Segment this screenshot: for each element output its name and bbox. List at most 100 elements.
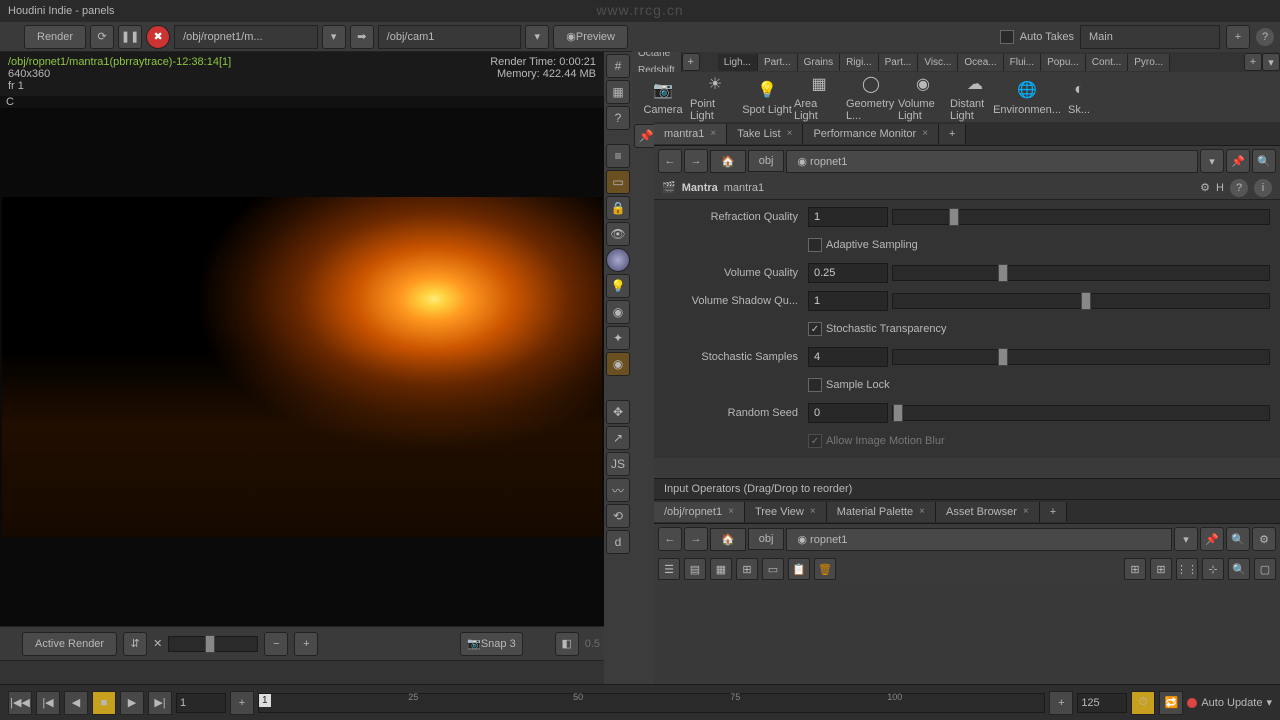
playhead[interactable]: 1: [259, 694, 271, 707]
shelf-item[interactable]: ◉Volume Light: [898, 72, 948, 122]
layout-grid-icon[interactable]: ▦: [710, 558, 732, 580]
gear-icon[interactable]: ⚙: [1200, 181, 1210, 194]
auto-takes-check[interactable]: [1000, 30, 1014, 44]
snap-icon[interactable]: ⊹: [1202, 558, 1224, 580]
loop-button[interactable]: 🔁: [1159, 691, 1183, 715]
net-find-icon[interactable]: 🔍: [1226, 527, 1250, 551]
shelf-tab[interactable]: Ligh...: [718, 54, 758, 71]
shelf-tab[interactable]: Visc...: [918, 54, 958, 71]
tool-d-icon[interactable]: d: [606, 530, 630, 554]
stochastic-samples-input[interactable]: [808, 347, 888, 367]
layout-list-icon[interactable]: ☰: [658, 558, 680, 580]
stochastic-samples-slider[interactable]: [892, 349, 1270, 365]
tool-lock-icon[interactable]: 🔒: [606, 196, 630, 220]
sample-lock-check[interactable]: [808, 378, 822, 392]
shelf-add-right[interactable]: +: [1244, 53, 1262, 71]
shelf-item[interactable]: 💡Spot Light: [742, 78, 792, 116]
tool-drop-icon[interactable]: ◉: [606, 300, 630, 324]
shelf-item[interactable]: ◐Sk...: [1054, 78, 1104, 116]
tool-arrow-icon[interactable]: ↗: [606, 426, 630, 450]
tool-active-icon[interactable]: ▭: [606, 170, 630, 194]
bc-ropnet[interactable]: ◉ ropnet1: [786, 150, 1198, 173]
close-tab-icon[interactable]: ×: [787, 128, 793, 139]
layout-wide-icon[interactable]: ▭: [762, 558, 784, 580]
shelf-tab[interactable]: Rigi...: [840, 54, 879, 71]
stop-playback-button[interactable]: ■: [92, 691, 116, 715]
bc-home-icon[interactable]: 🏠: [710, 150, 746, 173]
shelf-item[interactable]: 📷Camera: [638, 78, 688, 116]
add-tab-button[interactable]: +: [939, 124, 966, 144]
shelf-add-left[interactable]: +: [682, 53, 700, 71]
search-icon[interactable]: 🔍: [1228, 558, 1250, 580]
net-gear-icon[interactable]: ⚙: [1252, 527, 1276, 551]
render-view[interactable]: [0, 108, 604, 626]
rop-path-field[interactable]: /obj/ropnet1/m...: [174, 25, 318, 49]
shelf-item[interactable]: ☀Point Light: [690, 72, 740, 122]
h-icon[interactable]: H: [1216, 182, 1224, 194]
tool-curve-icon[interactable]: 〰: [606, 478, 630, 502]
tool-js-icon[interactable]: JS: [606, 452, 630, 476]
scale-lock-icon[interactable]: ◧: [555, 632, 579, 656]
net-pin-icon[interactable]: 📌: [1200, 527, 1224, 551]
close-tab-icon[interactable]: ×: [919, 506, 925, 517]
realtime-button[interactable]: ⏱: [1131, 691, 1155, 715]
volume-shadow-input[interactable]: [808, 291, 888, 311]
tool-render-icon[interactable]: ◉: [606, 352, 630, 376]
rop-dropdown[interactable]: ▾: [322, 25, 346, 49]
pane-tab[interactable]: /obj/ropnet1 ×: [654, 502, 745, 522]
stop-button[interactable]: ✖: [146, 25, 170, 49]
tool-rotate-icon[interactable]: ⟲: [606, 504, 630, 528]
exposure-slider[interactable]: [168, 636, 258, 652]
shelf-tab[interactable]: Part...: [758, 54, 798, 71]
range-start-button[interactable]: +: [230, 691, 254, 715]
pane-tab[interactable]: Asset Browser ×: [936, 502, 1040, 522]
shelf-tab[interactable]: Grains: [798, 54, 840, 71]
close-icon[interactable]: ✕: [153, 637, 162, 650]
net-dropdown[interactable]: ▾: [1174, 527, 1198, 551]
random-seed-input[interactable]: [808, 403, 888, 423]
node-name-field[interactable]: mantra1: [724, 182, 764, 194]
range-end-button[interactable]: +: [1049, 691, 1073, 715]
layout-tiles-icon[interactable]: ⊞: [736, 558, 758, 580]
first-frame-button[interactable]: |◀◀: [8, 691, 32, 715]
bc-dropdown[interactable]: ▾: [1200, 149, 1224, 173]
shelf-menu[interactable]: ▾: [1262, 53, 1280, 71]
bc-obj[interactable]: obj: [748, 150, 785, 172]
pane-tab[interactable]: Material Palette ×: [827, 502, 936, 522]
play-fwd-button[interactable]: ▶: [120, 691, 144, 715]
close-tab-icon[interactable]: ×: [810, 506, 816, 517]
dots-icon[interactable]: ⋮⋮: [1176, 558, 1198, 580]
pane-tab[interactable]: Tree View ×: [745, 502, 827, 522]
shelf-tab[interactable]: Part...: [879, 54, 919, 71]
grid-icon[interactable]: ⊞: [1150, 558, 1172, 580]
camera-path-field[interactable]: /obj/cam1: [378, 25, 522, 49]
align-icon[interactable]: ⊞: [1124, 558, 1146, 580]
tool-layers-icon[interactable]: ≡: [606, 144, 630, 168]
volume-quality-slider[interactable]: [892, 265, 1270, 281]
end-frame-input[interactable]: [1077, 693, 1127, 713]
zoom-in-button[interactable]: +: [294, 632, 318, 656]
node-help-icon[interactable]: ?: [1230, 179, 1248, 197]
close-tab-icon[interactable]: ×: [922, 128, 928, 139]
trash-icon[interactable]: 🗑: [814, 558, 836, 580]
input-operators-header[interactable]: Input Operators (Drag/Drop to reorder): [654, 478, 1280, 500]
tool-hashtag-icon[interactable]: #: [606, 54, 630, 78]
close-tab-icon[interactable]: ×: [1023, 506, 1029, 517]
render-button[interactable]: Render: [24, 25, 86, 49]
preview-button[interactable]: ◉ Preview: [553, 25, 628, 49]
zoom-out-button[interactable]: −: [264, 632, 288, 656]
pause-button[interactable]: ❚❚: [118, 25, 142, 49]
ar-dropdown[interactable]: ⇵: [123, 632, 147, 656]
shelf-tab[interactable]: Redshift: [632, 62, 682, 72]
timeline-track[interactable]: 1 25 50 75 100: [258, 693, 1045, 713]
camera-dropdown[interactable]: ▾: [525, 25, 549, 49]
play-back-button[interactable]: ◀: [64, 691, 88, 715]
net-home-icon[interactable]: 🏠: [710, 528, 746, 551]
help-icon[interactable]: ?: [606, 106, 630, 130]
refraction-input[interactable]: [808, 207, 888, 227]
auto-update-dropdown[interactable]: ▾: [1266, 696, 1272, 709]
help-icon[interactable]: ?: [1256, 28, 1274, 46]
tool-sphere-icon[interactable]: [606, 248, 630, 272]
stochastic-trans-check[interactable]: [808, 322, 822, 336]
net-ropnet[interactable]: ◉ ropnet1: [786, 528, 1172, 551]
